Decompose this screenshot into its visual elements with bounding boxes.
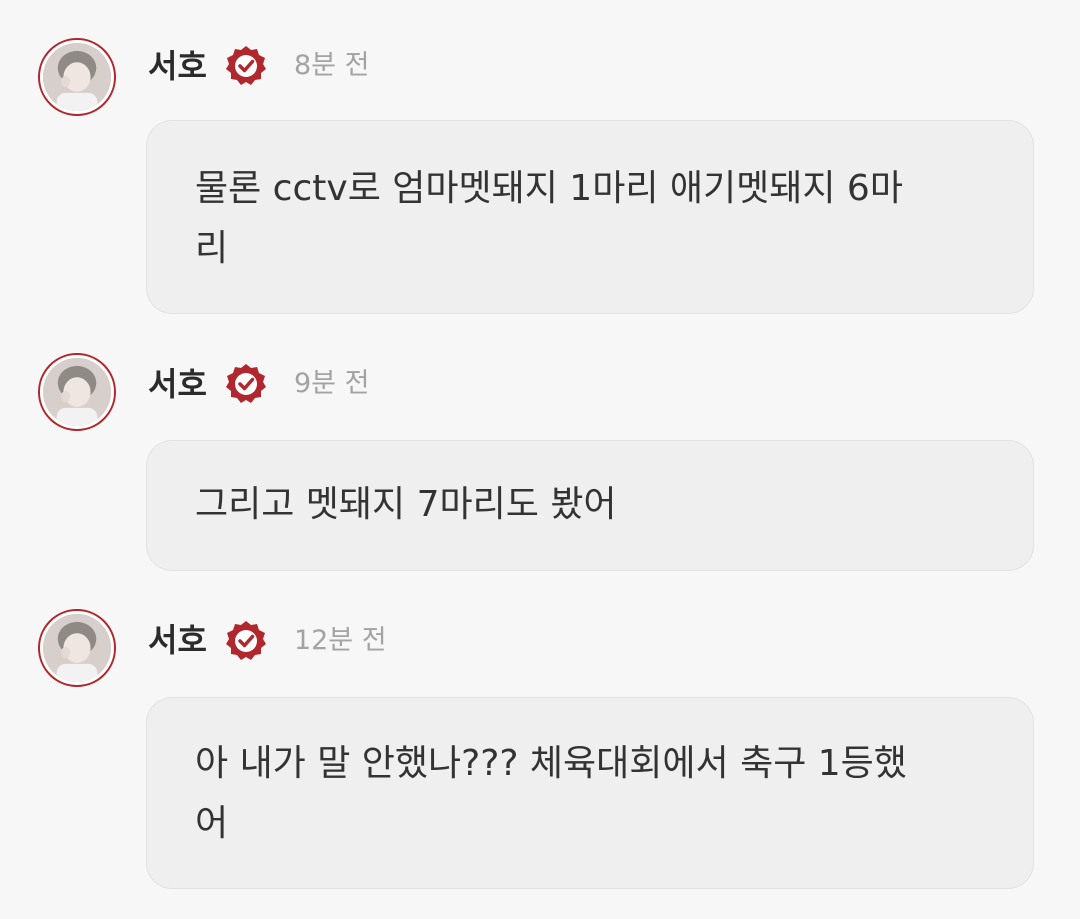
message-text: 그리고 멧돼지 7마리도 봤어 [195,484,617,525]
avatar[interactable] [38,609,116,687]
sender-name: 서호 [148,621,207,659]
message-text: 아 내가 말 안했나??? 체육대회에서 축구 1등했 어 [195,743,907,844]
verified-badge-icon [224,362,268,406]
message-timestamp: 8분 전 [294,50,370,81]
message-text: 물론 cctv로 엄마멧돼지 1마리 애기멧돼지 6마 리 [195,168,903,269]
message-bubble: 물론 cctv로 엄마멧돼지 1마리 애기멧돼지 6마 리 [146,120,1034,314]
avatar[interactable] [38,353,116,431]
verified-badge-icon [224,619,268,663]
verified-badge-icon [224,44,268,88]
sender-name: 서호 [148,365,207,403]
avatar[interactable] [38,38,116,116]
avatar-photo-icon [43,358,111,426]
sender-name: 서호 [148,47,207,85]
avatar-photo-icon [43,43,111,111]
message-bubble: 아 내가 말 안했나??? 체육대회에서 축구 1등했 어 [146,697,1034,889]
message-timestamp: 12분 전 [294,625,387,656]
message-bubble: 그리고 멧돼지 7마리도 봤어 [146,440,1034,571]
avatar-photo-icon [43,614,111,682]
message-timestamp: 9분 전 [294,368,370,399]
